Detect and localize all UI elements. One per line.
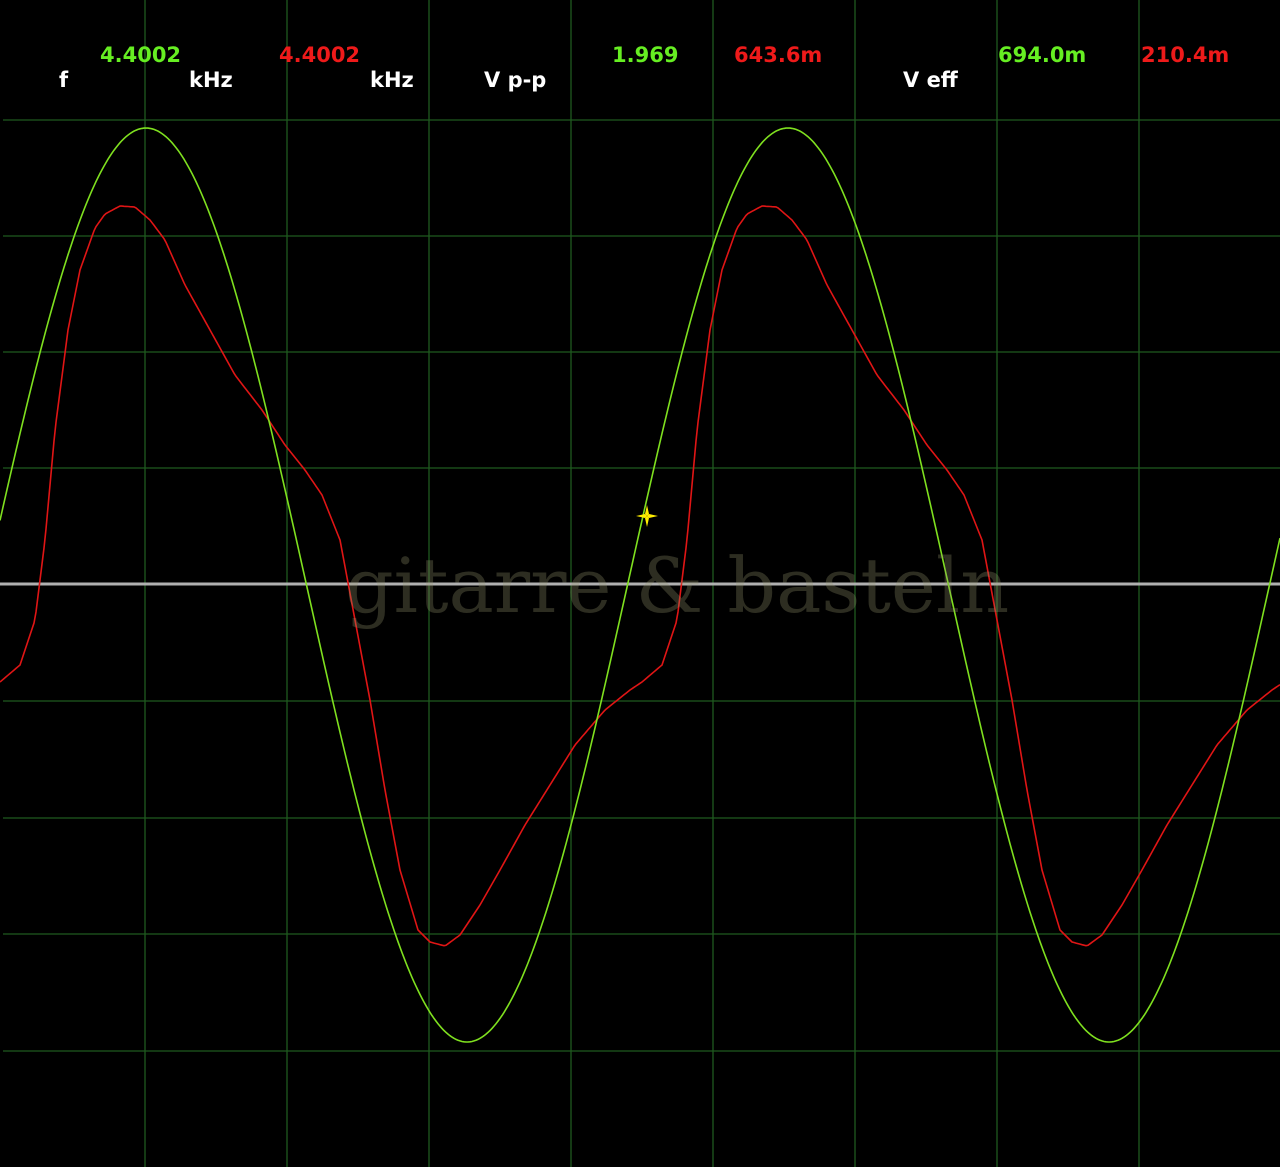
oscilloscope-screen: f 4.4002 kHz 4.4002 kHz V p-p 1.969 643.… xyxy=(0,0,1280,1167)
frequency-label: f xyxy=(59,68,69,92)
ch2-frequency-unit: kHz xyxy=(370,68,414,92)
veff-label: V eff xyxy=(903,68,958,92)
vpp-label: V p-p xyxy=(484,68,547,92)
ch1-frequency-unit: kHz xyxy=(189,68,233,92)
ch2-vpp-value: 643.6m xyxy=(734,43,823,67)
ch2-frequency-value: 4.4002 xyxy=(279,43,361,67)
ch2-veff-value: 210.4m xyxy=(1141,43,1230,67)
ch1-vpp-value: 1.969 xyxy=(612,43,679,67)
ch1-veff-value: 694.0m xyxy=(998,43,1087,67)
ch1-frequency-value: 4.4002 xyxy=(100,43,182,67)
crosshair-cursor-icon[interactable] xyxy=(636,505,658,527)
watermark: gitarre & basteln xyxy=(345,541,1010,630)
